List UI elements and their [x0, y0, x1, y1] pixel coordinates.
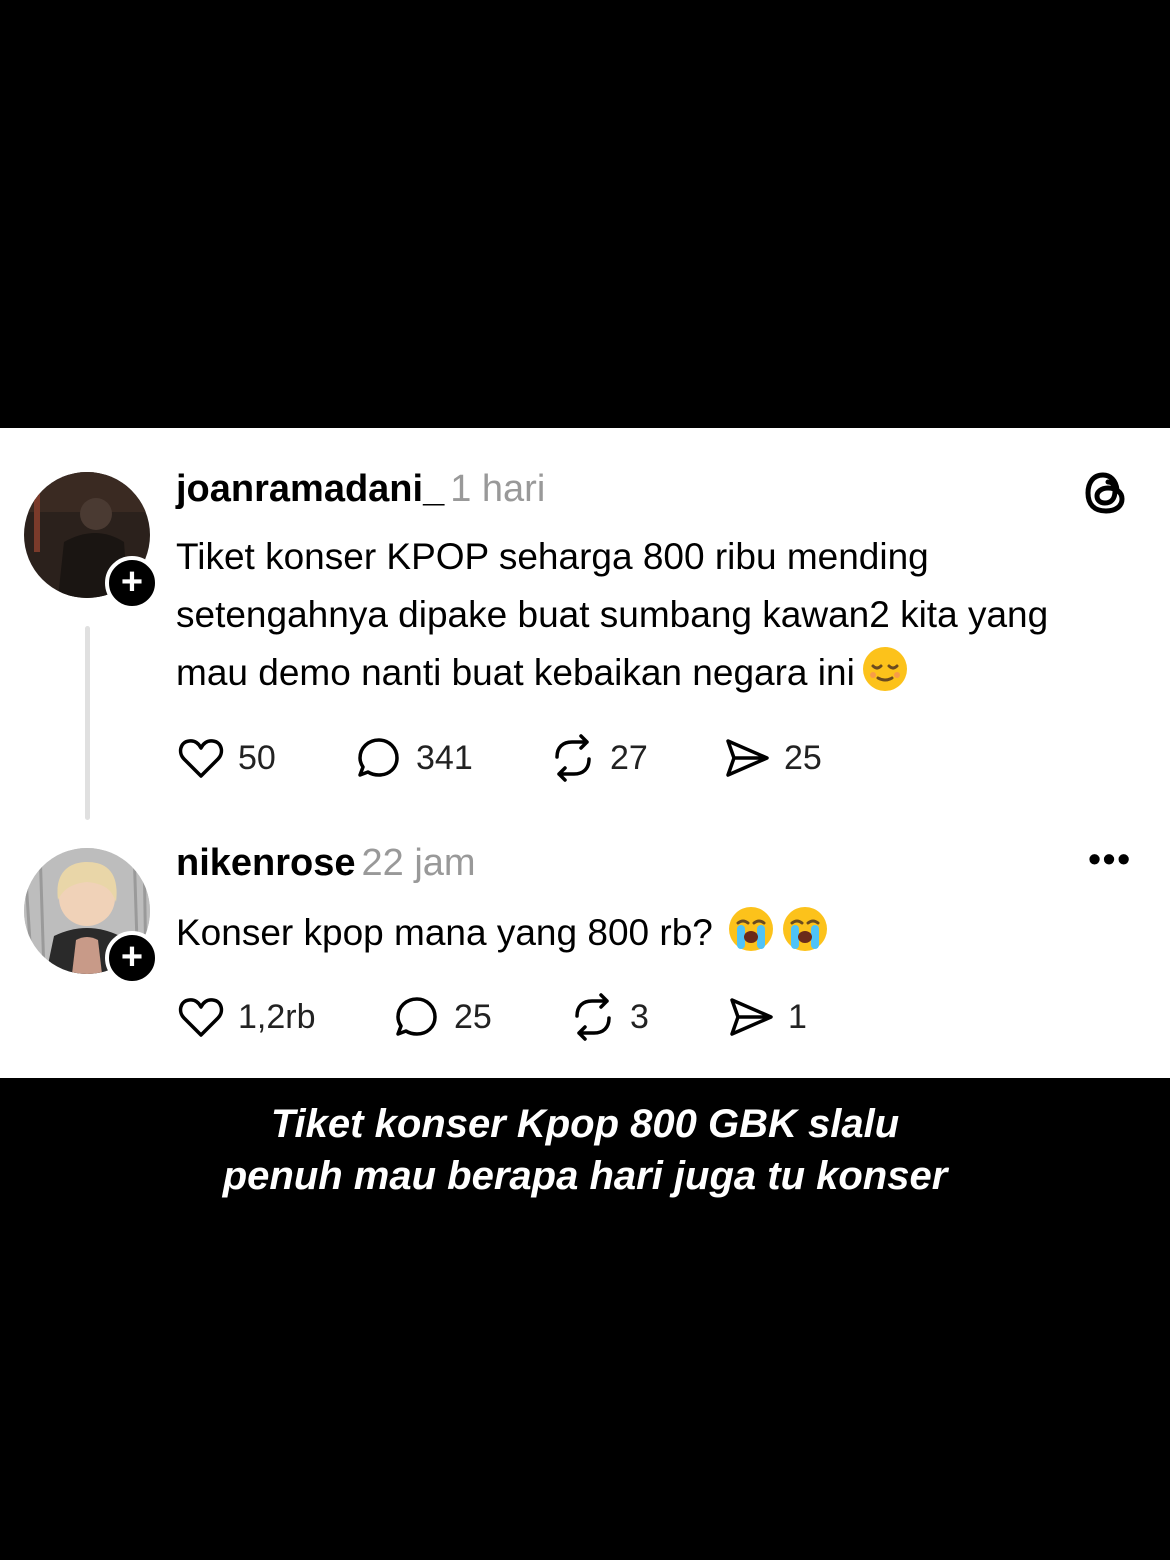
- repost-button[interactable]: 3: [568, 992, 726, 1042]
- reply-button[interactable]: 341: [354, 733, 548, 783]
- follow-button[interactable]: +: [105, 556, 159, 610]
- like-count: 50: [238, 738, 276, 777]
- reply-count: 341: [416, 738, 473, 777]
- loudly-crying-face-icon: [727, 905, 775, 953]
- more-icon[interactable]: •••: [1088, 838, 1132, 880]
- share-count: 1: [788, 997, 807, 1036]
- like-button[interactable]: 50: [176, 733, 354, 783]
- follow-button[interactable]: +: [105, 931, 159, 985]
- repost-icon: [575, 993, 611, 1041]
- share-button[interactable]: 25: [722, 733, 822, 783]
- reply-count: 25: [454, 997, 492, 1036]
- timestamp: 1 hari: [450, 468, 546, 510]
- caption-line: Tiket konser Kpop 800 GBK slalu: [270, 1102, 900, 1146]
- post-text-content: Konser kpop mana yang 800 rb?: [176, 912, 713, 953]
- heart-icon: [178, 998, 224, 1037]
- post-header: joanramadani_ 1 hari: [176, 468, 545, 511]
- video-caption: Tiket konser Kpop 800 GBK slalu penuh ma…: [0, 1098, 1170, 1202]
- post-actions: 50 341 27 25: [176, 733, 822, 783]
- timestamp: 22 jam: [361, 842, 476, 884]
- thread-line: [85, 626, 90, 820]
- share-count: 25: [784, 738, 822, 777]
- threads-logo-icon[interactable]: [1082, 468, 1132, 518]
- post-text-content: Tiket konser KPOP seharga 800 ribu mendi…: [176, 536, 1049, 693]
- post-header: nikenrose 22 jam: [176, 842, 476, 885]
- share-icon: [726, 739, 769, 777]
- relieved-face-icon: [861, 645, 909, 693]
- comment-icon: [358, 738, 399, 777]
- heart-icon: [178, 739, 224, 778]
- loudly-crying-face-icon: [781, 905, 829, 953]
- repost-count: 3: [630, 997, 649, 1036]
- post-text: Konser kpop mana yang 800 rb?: [176, 904, 1126, 962]
- username[interactable]: nikenrose: [176, 842, 356, 884]
- post-actions: 1,2rb 25 3 1: [176, 992, 807, 1042]
- repost-count: 27: [610, 738, 648, 777]
- share-button[interactable]: 1: [726, 992, 807, 1042]
- repost-icon: [555, 734, 591, 782]
- share-icon: [730, 998, 773, 1036]
- post-text: Tiket konser KPOP seharga 800 ribu mendi…: [176, 528, 1126, 702]
- threads-card: + joanramadani_ 1 hari Tiket konser KPOP …: [0, 428, 1170, 1078]
- reply-button[interactable]: 25: [392, 992, 568, 1042]
- like-count: 1,2rb: [238, 997, 316, 1036]
- comment-icon: [396, 997, 437, 1036]
- repost-button[interactable]: 27: [548, 733, 722, 783]
- like-button[interactable]: 1,2rb: [176, 992, 392, 1042]
- username[interactable]: joanramadani_: [176, 468, 444, 510]
- caption-line: penuh mau berapa hari juga tu konser: [222, 1154, 948, 1198]
